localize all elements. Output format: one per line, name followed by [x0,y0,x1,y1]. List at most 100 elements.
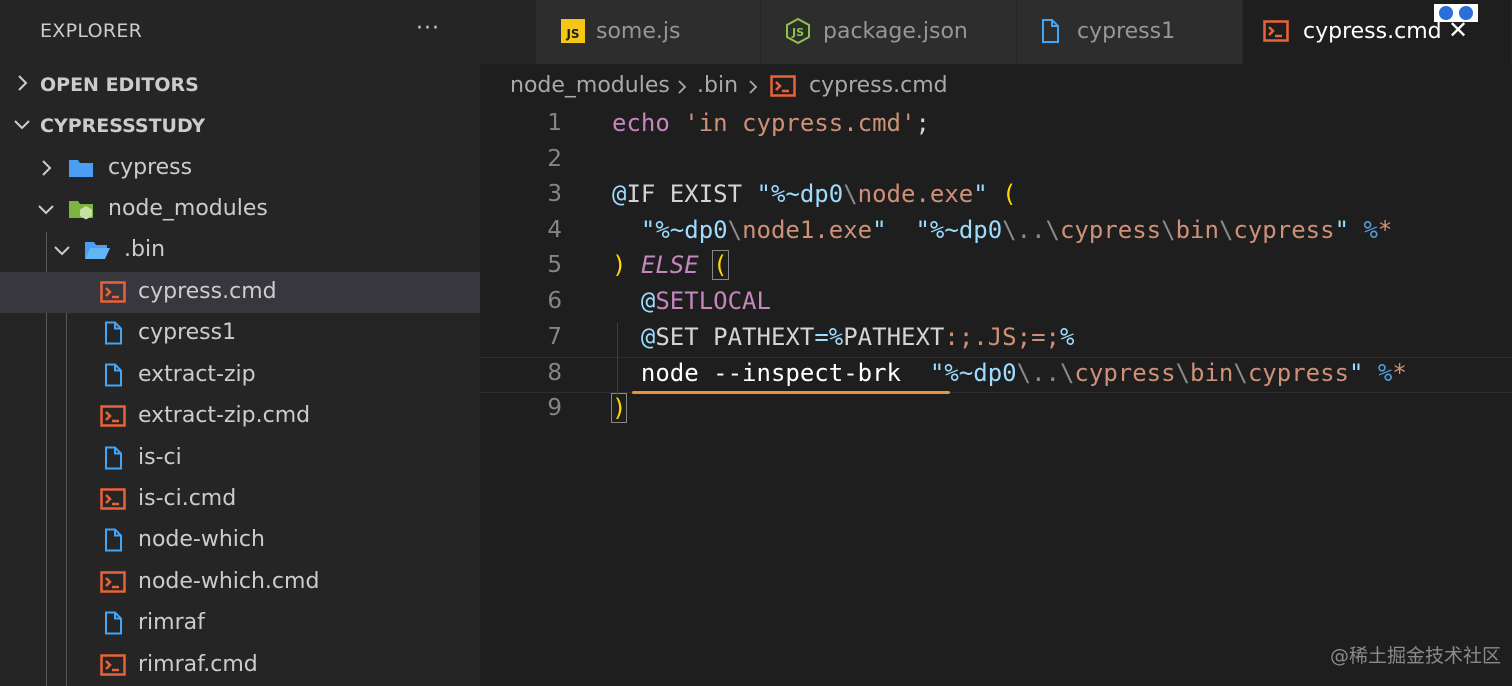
js-file-icon: JS [561,19,585,43]
line-number: 5 [547,252,562,279]
terminal-file-icon [770,75,796,97]
code-text[interactable]: "%~dp0\node1.exe" "%~dp0\..\cypress\bin\… [612,216,1392,244]
tab-cypress1[interactable]: cypress1 [1017,0,1243,64]
breadcrumb-item[interactable]: .bin [697,73,738,98]
terminal-file-icon [100,571,126,593]
file-icon [105,528,122,552]
tree-item-cypress-cmd[interactable]: cypress.cmd [0,272,480,313]
svg-text:JS: JS [791,26,804,39]
section-label: OPEN EDITORS [40,74,199,96]
tree-item-label: node_modules [108,196,268,221]
code-line[interactable]: 1 echo 'in cypress.cmd'; [480,108,1512,144]
code-editor[interactable]: 1 echo 'in cypress.cmd'; 2 3 @IF EXIST "%~dp… [480,108,1512,686]
file-icon [1042,19,1059,43]
breadcrumb-item[interactable]: node_modules [510,73,670,98]
pause-icon[interactable] [1439,6,1453,20]
code-text[interactable]: @IF EXIST "%~dp0\node.exe" ( [612,180,1017,208]
editor-tab-bar: JS some.js JS package.json cypress1 cypr… [480,0,1512,64]
open-editors-section[interactable]: OPEN EDITORS [0,65,480,106]
tree-item-extract-zip-cmd[interactable]: extract-zip.cmd [0,396,480,437]
breadcrumb-item[interactable]: cypress.cmd [809,73,948,98]
terminal-file-icon [100,654,126,676]
explorer-sidebar: EXPLORER ··· OPEN EDITORS CYPRESSSTUDY c… [0,0,480,686]
tree-item-label: node-which [138,527,265,552]
tab-package-json[interactable]: JS package.json [761,0,1017,64]
node-folder-icon [69,201,93,220]
tree-item-cypress[interactable]: cypress [0,148,480,189]
tree-item-is-ci-cmd[interactable]: is-ci.cmd [0,479,480,520]
tab-label: some.js [596,19,681,44]
tree-item-label: rimraf.cmd [138,652,258,677]
file-icon [105,363,122,387]
chevron-right-icon [42,160,52,176]
code-line[interactable]: 4 "%~dp0\node1.exe" "%~dp0\..\cypress\bi… [480,215,1512,251]
tree-item-label: node-which.cmd [138,569,320,594]
line-number: 8 [547,360,562,387]
tree-item-extract-zip[interactable]: extract-zip [0,355,480,396]
code-text[interactable]: node --inspect-brk "%~dp0\..\cypress\bin… [612,359,1407,387]
line-number: 4 [547,216,562,243]
tree-item-node-which-cmd[interactable]: node-which.cmd [0,562,480,603]
tree-item-cypress1[interactable]: cypress1 [0,313,480,354]
code-text[interactable]: ) ELSE ( [612,250,729,281]
section-label: CYPRESSSTUDY [40,115,206,137]
indent-guide [617,323,618,395]
line-number: 3 [547,181,562,208]
more-actions-button[interactable]: ··· [416,16,440,41]
nodejs-icon: JS [786,18,810,44]
terminal-file-icon [100,405,126,427]
chevron-right-icon [18,75,28,91]
tree-item-label: cypress [108,155,193,180]
file-icon [105,321,122,345]
code-line[interactable]: 6 @SETLOCAL [480,286,1512,322]
tab-some-js[interactable]: JS some.js [536,0,761,64]
tree-item-label: extract-zip.cmd [138,403,311,428]
tree-item-bin[interactable]: .bin [0,230,480,271]
tree-item-node-which[interactable]: node-which [0,520,480,561]
highlight-underline [632,391,950,394]
code-line[interactable]: 7 @SET PATHEXT=%PATHEXT:;.JS;=;% [480,322,1512,358]
file-icon [105,611,122,635]
extension-badges [1434,4,1478,22]
chevron-right-icon [749,80,758,94]
tree-item-label: cypress1 [138,320,237,345]
code-text[interactable]: @SET PATHEXT=%PATHEXT:;.JS;=;% [612,323,1075,351]
code-line[interactable]: 5 ) ELSE ( [480,250,1512,286]
code-line[interactable]: 2 [480,144,1512,180]
code-line[interactable]: 8 node --inspect-brk "%~dp0\..\cypress\b… [480,357,1512,394]
tree-item-node-modules[interactable]: node_modules [0,189,480,230]
project-section[interactable]: CYPRESSSTUDY [0,106,480,147]
terminal-file-icon [1263,20,1289,42]
code-line[interactable]: 9) [480,392,1512,429]
file-icon [105,446,122,470]
folder-open-icon [85,242,110,259]
folder-icon [69,160,93,177]
chevron-down-icon [54,246,70,256]
code-text[interactable]: @SETLOCAL [612,287,771,315]
code-text[interactable]: ) [610,392,628,423]
breadcrumb: node_modules .bin cypress.cmd [480,64,1512,108]
line-number: 7 [547,323,562,350]
line-number: 1 [547,110,562,136]
tree-item-is-ci[interactable]: is-ci [0,438,480,479]
tree-item-label: .bin [124,237,166,262]
tree-item-label: extract-zip [138,362,256,387]
sync-icon[interactable] [1459,6,1473,20]
line-number: 9 [547,394,562,421]
line-number: 6 [547,288,562,314]
svg-text:JS: JS [565,27,579,41]
code-line[interactable]: 3 @IF EXIST "%~dp0\node.exe" ( [480,179,1512,215]
tree-item-label: is-ci [138,445,182,470]
tree-item-rimraf-cmd[interactable]: rimraf.cmd [0,645,480,686]
explorer-header: EXPLORER ··· [0,0,480,64]
line-number: 2 [547,145,562,172]
terminal-file-icon [100,281,126,303]
tree-item-label: cypress.cmd [138,279,277,304]
tree-item-rimraf[interactable]: rimraf [0,603,480,644]
code-text[interactable]: echo 'in cypress.cmd'; [612,109,930,137]
chevron-right-icon [678,80,687,94]
tree-item-label: rimraf [138,610,205,635]
watermark: @稀土掘金技术社区 [1330,645,1502,667]
chevron-down-icon [38,205,54,215]
tab-label: cypress.cmd [1303,19,1442,44]
